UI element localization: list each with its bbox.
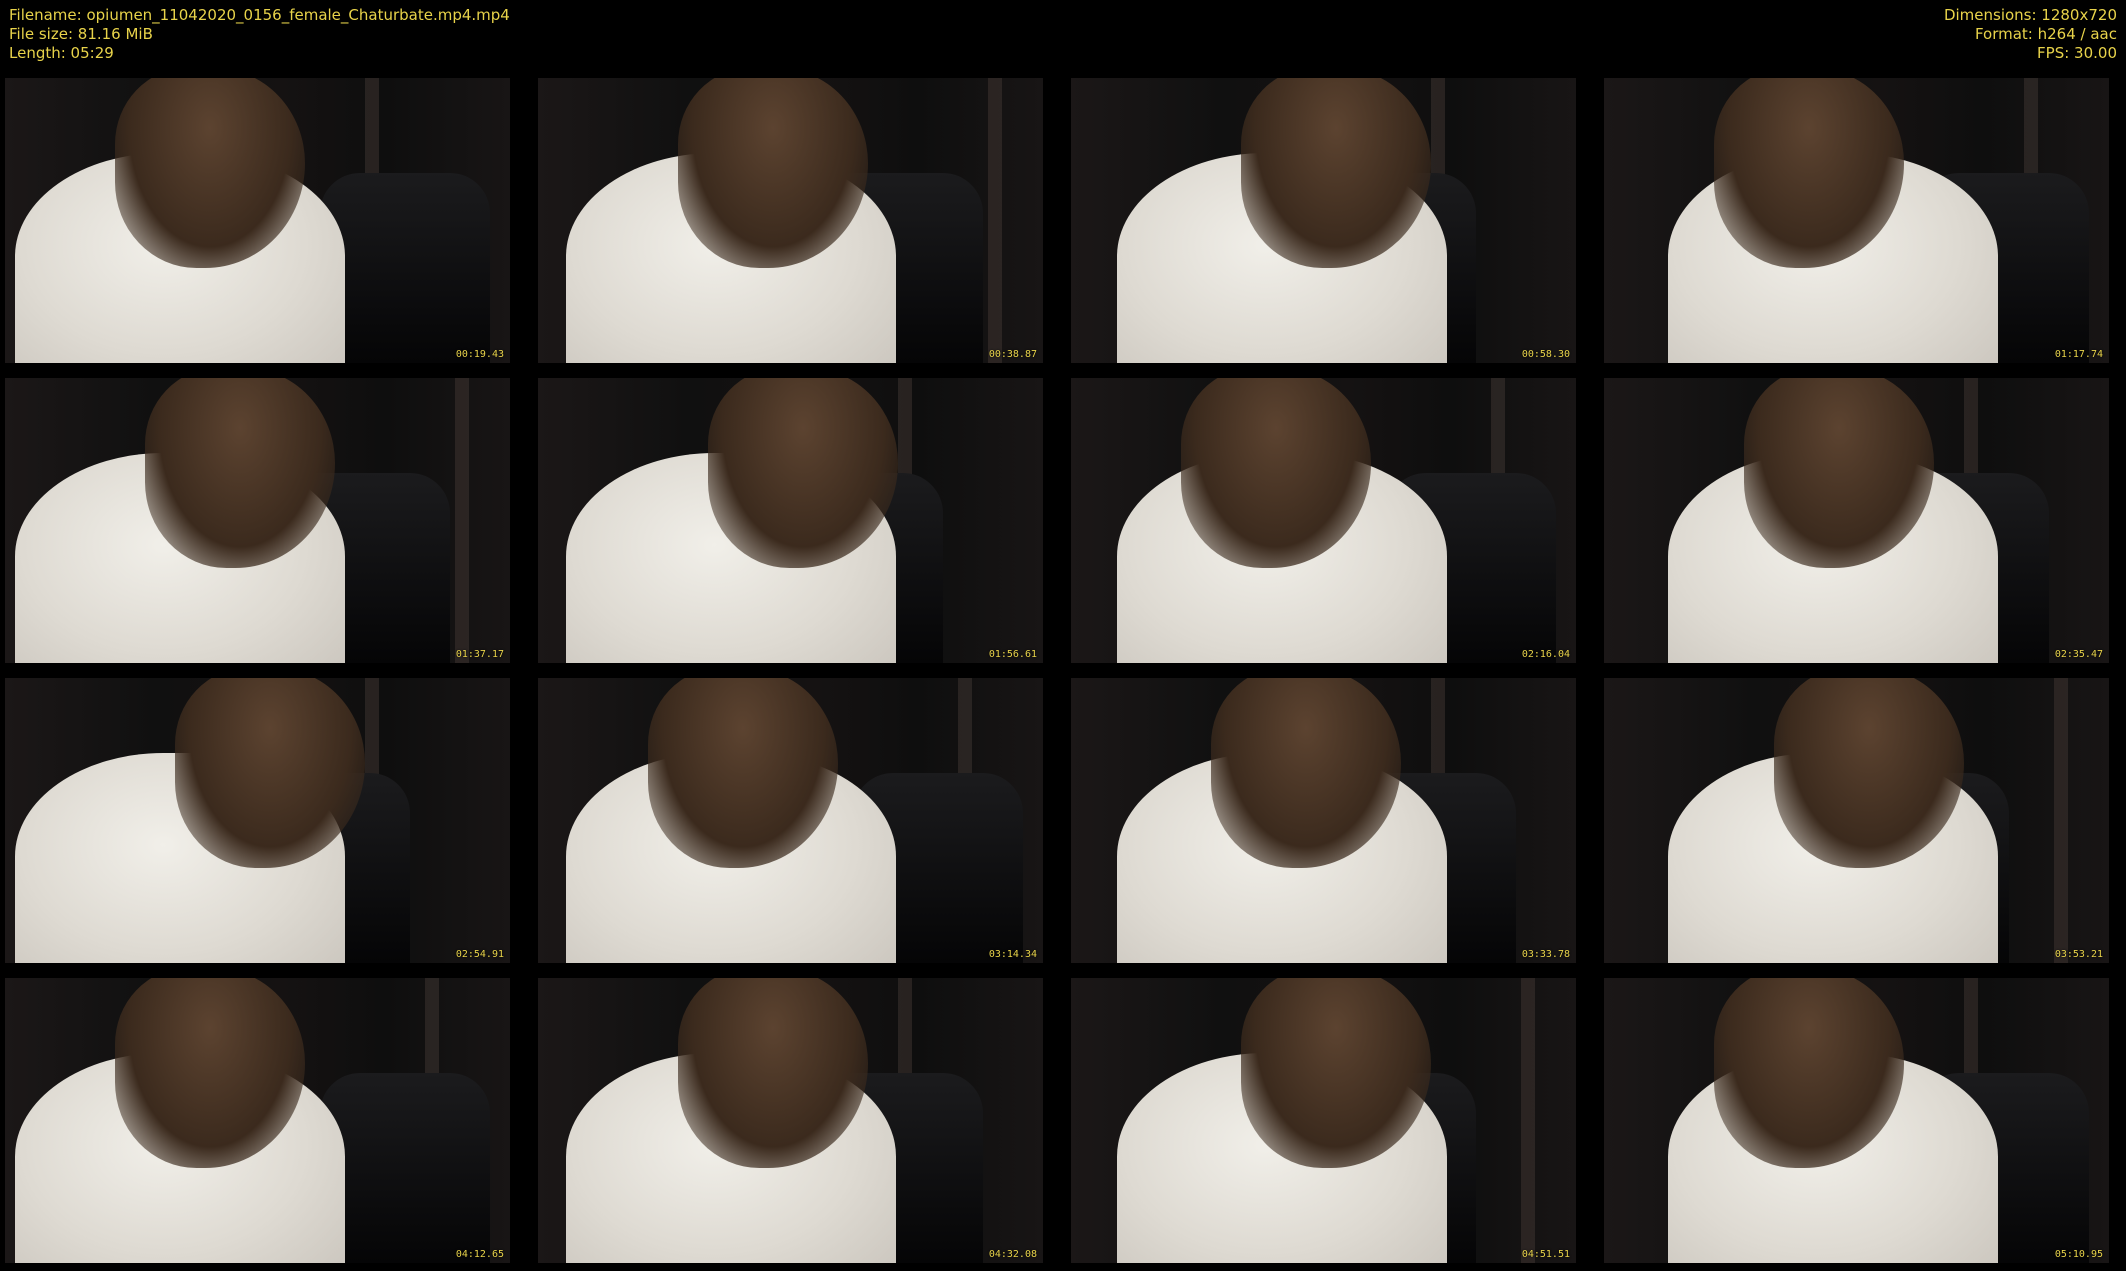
timestamp-label: 00:58.30	[1521, 349, 1570, 360]
video-thumbnail[interactable]: 01:17.74	[1604, 78, 2109, 363]
timestamp-label: 01:56.61	[988, 649, 1037, 660]
video-thumbnail[interactable]: 01:56.61	[538, 378, 1043, 663]
timestamp-label: 03:14.34	[988, 949, 1037, 960]
curtain-stripe	[455, 378, 469, 663]
timestamp-label: 03:33.78	[1521, 949, 1570, 960]
video-thumbnail[interactable]: 00:38.87	[538, 78, 1043, 363]
video-thumbnail[interactable]: 03:53.21	[1604, 678, 2109, 963]
video-thumbnail[interactable]: 01:37.17	[5, 378, 510, 663]
curtain-stripe	[1521, 978, 1535, 1263]
curtain-stripe	[988, 78, 1002, 363]
video-thumbnail[interactable]: 04:51.51	[1071, 978, 1576, 1263]
timestamp-label: 01:37.17	[455, 649, 504, 660]
timestamp-label: 00:19.43	[455, 349, 504, 360]
timestamp-label: 05:10.95	[2054, 1249, 2103, 1260]
thumbnail-grid: 00:19.43 00:38.87 00:58.30 01:17.74 01:37.17…	[0, 0, 2126, 1271]
timestamp-label: 02:35.47	[2054, 649, 2103, 660]
video-thumbnail[interactable]: 02:35.47	[1604, 378, 2109, 663]
video-thumbnail[interactable]: 00:19.43	[5, 78, 510, 363]
video-thumbnail[interactable]: 02:16.04	[1071, 378, 1576, 663]
chair-shape	[320, 173, 490, 363]
video-thumbnail[interactable]: 04:32.08	[538, 978, 1043, 1263]
video-thumbnail[interactable]: 05:10.95	[1604, 978, 2109, 1263]
video-thumbnail[interactable]: 03:33.78	[1071, 678, 1576, 963]
timestamp-label: 01:17.74	[2054, 349, 2103, 360]
timestamp-label: 03:53.21	[2054, 949, 2103, 960]
timestamp-label: 04:51.51	[1521, 1249, 1570, 1260]
curtain-stripe	[2054, 678, 2068, 963]
timestamp-label: 04:12.65	[455, 1249, 504, 1260]
video-thumbnail[interactable]: 00:58.30	[1071, 78, 1576, 363]
chair-shape	[320, 1073, 490, 1263]
timestamp-label: 00:38.87	[988, 349, 1037, 360]
video-thumbnail[interactable]: 04:12.65	[5, 978, 510, 1263]
timestamp-label: 02:54.91	[455, 949, 504, 960]
video-thumbnail[interactable]: 02:54.91	[5, 678, 510, 963]
timestamp-label: 04:32.08	[988, 1249, 1037, 1260]
timestamp-label: 02:16.04	[1521, 649, 1570, 660]
video-thumbnail[interactable]: 03:14.34	[538, 678, 1043, 963]
